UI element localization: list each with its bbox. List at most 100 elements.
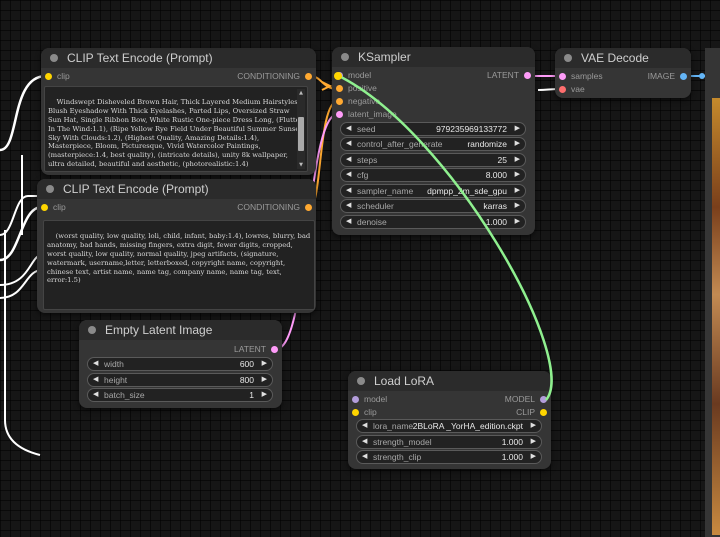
- latent-output-socket[interactable]: [524, 72, 531, 79]
- increment-arrow-icon[interactable]: ▶: [515, 154, 520, 166]
- increment-arrow-icon[interactable]: ▶: [262, 389, 267, 401]
- increment-arrow-icon[interactable]: ▶: [531, 420, 536, 432]
- lora-name-widget[interactable]: ◀ lora_name 2BLoRA _YorHA_edition.ckpt ▶: [356, 419, 542, 433]
- scheduler-widget[interactable]: ◀ scheduler karras ▶: [340, 199, 526, 213]
- scroll-down-icon[interactable]: ▼: [297, 161, 305, 169]
- node-title[interactable]: CLIP Text Encode (Prompt): [37, 179, 316, 199]
- model-slot-row: model LATENT: [332, 69, 535, 82]
- image-preview: [712, 98, 720, 535]
- decrement-arrow-icon[interactable]: ◀: [346, 169, 351, 181]
- increment-arrow-icon[interactable]: ▶: [531, 436, 536, 448]
- clip-text-encode-positive-node[interactable]: CLIP Text Encode (Prompt) clip CONDITION…: [41, 48, 316, 175]
- conditioning-output-socket[interactable]: [305, 73, 312, 80]
- widget-value: 1.000: [501, 437, 523, 447]
- height-widget[interactable]: ◀ height 800 ▶: [87, 373, 273, 387]
- decrement-arrow-icon[interactable]: ◀: [346, 216, 351, 228]
- sampler-name-widget[interactable]: ◀ sampler_name dpmpp_2m_sde_gpu ▶: [340, 184, 526, 198]
- conditioning-output-label: CONDITIONING: [237, 71, 300, 81]
- widget-value: 1: [249, 390, 254, 400]
- widget-value: dpmpp_2m_sde_gpu: [427, 186, 507, 196]
- wire-white-d: [4, 230, 41, 456]
- image-output-socket[interactable]: [680, 73, 687, 80]
- prompt-textarea[interactable]: Windswept Disheveled Brown Hair, Thick L…: [44, 86, 308, 172]
- model-input-label: model: [348, 70, 372, 80]
- positive-input-socket[interactable]: [336, 85, 343, 92]
- widget-value: 800: [239, 375, 254, 385]
- strength-clip-widget[interactable]: ◀ strength_clip 1.000 ▶: [356, 450, 542, 464]
- increment-arrow-icon[interactable]: ▶: [262, 374, 267, 386]
- latent-image-input-socket[interactable]: [336, 111, 343, 118]
- decrement-arrow-icon[interactable]: ◀: [346, 138, 351, 150]
- steps-widget[interactable]: ◀ steps 25 ▶: [340, 153, 526, 167]
- negative-input-socket[interactable]: [336, 98, 343, 105]
- samples-input-socket[interactable]: [559, 73, 566, 80]
- decrement-arrow-icon[interactable]: ◀: [93, 358, 98, 370]
- wire-white-b: [0, 254, 43, 286]
- node-title[interactable]: VAE Decode: [555, 48, 691, 68]
- model-input-socket[interactable]: [336, 72, 343, 79]
- vae-decode-node[interactable]: VAE Decode samples IMAGE vae: [555, 48, 691, 98]
- cfg-widget[interactable]: ◀ cfg 8.000 ▶: [340, 168, 526, 182]
- decrement-arrow-icon[interactable]: ◀: [93, 389, 98, 401]
- vae-input-socket[interactable]: [559, 86, 566, 93]
- clip-input-socket[interactable]: [45, 73, 52, 80]
- increment-arrow-icon[interactable]: ▶: [262, 358, 267, 370]
- decrement-arrow-icon[interactable]: ◀: [362, 451, 367, 463]
- negative-prompt-textarea[interactable]: (worst quality, low quality, loli, child…: [43, 220, 315, 310]
- collapse-dot-icon[interactable]: [50, 54, 58, 62]
- node-title[interactable]: KSampler: [332, 47, 535, 67]
- strength-model-widget[interactable]: ◀ strength_model 1.000 ▶: [356, 435, 542, 449]
- decrement-arrow-icon[interactable]: ◀: [362, 420, 367, 432]
- clip-input-socket[interactable]: [41, 204, 48, 211]
- decrement-arrow-icon[interactable]: ◀: [346, 123, 351, 135]
- increment-arrow-icon[interactable]: ▶: [515, 185, 520, 197]
- widget-label: cfg: [357, 170, 369, 180]
- node-title[interactable]: Load LoRA: [348, 371, 551, 391]
- seed-widget[interactable]: ◀ seed 979235969133772 ▶: [340, 122, 526, 136]
- empty-latent-image-node[interactable]: Empty Latent Image LATENT ◀ width 600 ▶ …: [79, 320, 282, 408]
- node-title[interactable]: Empty Latent Image: [79, 320, 282, 340]
- collapse-dot-icon[interactable]: [341, 53, 349, 61]
- node-title-label: KSampler: [358, 50, 411, 64]
- collapse-dot-icon[interactable]: [564, 54, 572, 62]
- model-input-socket[interactable]: [352, 396, 359, 403]
- latent-image-input-label: latent_image: [348, 109, 397, 119]
- scroll-thumb[interactable]: [298, 117, 304, 151]
- widget-value: 1.000: [485, 217, 507, 227]
- increment-arrow-icon[interactable]: ▶: [515, 200, 520, 212]
- textarea-scrollbar[interactable]: ▲ ▼: [297, 89, 305, 169]
- decrement-arrow-icon[interactable]: ◀: [346, 154, 351, 166]
- increment-arrow-icon[interactable]: ▶: [515, 169, 520, 181]
- denoise-widget[interactable]: ◀ denoise 1.000 ▶: [340, 215, 526, 229]
- clip-output-socket[interactable]: [540, 409, 547, 416]
- node-title[interactable]: CLIP Text Encode (Prompt): [41, 48, 316, 68]
- scroll-up-icon[interactable]: ▲: [297, 89, 305, 97]
- collapse-dot-icon[interactable]: [88, 326, 96, 334]
- width-widget[interactable]: ◀ width 600 ▶: [87, 357, 273, 371]
- ksampler-node[interactable]: KSampler model LATENT positive negative …: [332, 47, 535, 235]
- latent-output-socket[interactable]: [271, 346, 278, 353]
- increment-arrow-icon[interactable]: ▶: [515, 216, 520, 228]
- control-after-generate-widget[interactable]: ◀ control_after_generate randomize ▶: [340, 137, 526, 151]
- clip-text-encode-negative-node[interactable]: CLIP Text Encode (Prompt) clip CONDITION…: [37, 179, 316, 313]
- collapse-dot-icon[interactable]: [46, 185, 54, 193]
- decrement-arrow-icon[interactable]: ◀: [93, 374, 98, 386]
- decrement-arrow-icon[interactable]: ◀: [346, 200, 351, 212]
- load-lora-node[interactable]: Load LoRA model MODEL clip CLIP ◀ lora_n…: [348, 371, 551, 469]
- decrement-arrow-icon[interactable]: ◀: [346, 185, 351, 197]
- model-output-label: MODEL: [504, 394, 535, 404]
- samples-slot-row: samples IMAGE: [555, 70, 691, 83]
- increment-arrow-icon[interactable]: ▶: [515, 138, 520, 150]
- increment-arrow-icon[interactable]: ▶: [531, 451, 536, 463]
- decrement-arrow-icon[interactable]: ◀: [362, 436, 367, 448]
- batch-size-widget[interactable]: ◀ batch_size 1 ▶: [87, 388, 273, 402]
- clip-input-socket[interactable]: [352, 409, 359, 416]
- clip-input-label: clip: [53, 202, 66, 212]
- clip-slot-row: clip CONDITIONING: [37, 201, 316, 214]
- conditioning-output-socket[interactable]: [305, 204, 312, 211]
- wire-orange-arrow: [321, 81, 333, 91]
- model-output-socket[interactable]: [540, 396, 547, 403]
- widget-label: batch_size: [104, 390, 145, 400]
- increment-arrow-icon[interactable]: ▶: [515, 123, 520, 135]
- collapse-dot-icon[interactable]: [357, 377, 365, 385]
